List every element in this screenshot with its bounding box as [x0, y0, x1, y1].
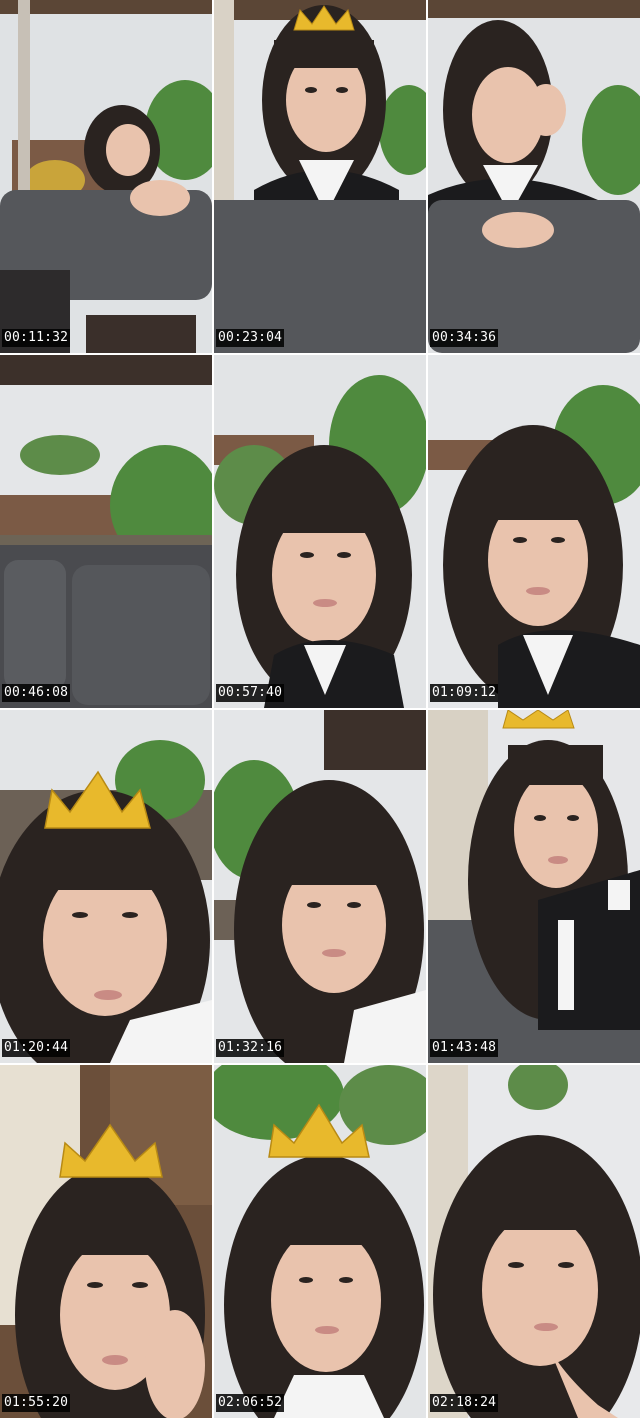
timestamp-label: 00:57:40	[216, 684, 285, 702]
thumbnail-7[interactable]: 01:20:44	[0, 710, 212, 1063]
thumbnail-5-image	[214, 355, 426, 708]
thumbnail-9[interactable]: 01:43:48	[428, 710, 640, 1063]
timestamp-label: 00:46:08	[2, 684, 71, 702]
timestamp-label: 01:43:48	[430, 1039, 499, 1057]
timestamp-label: 02:06:52	[216, 1394, 285, 1412]
timestamp-label: 01:09:12	[430, 684, 499, 702]
thumbnail-11-image	[214, 1065, 426, 1418]
thumbnail-8[interactable]: 01:32:16	[214, 710, 426, 1063]
thumbnail-2-image	[214, 0, 426, 353]
thumbnail-9-image	[428, 710, 640, 1063]
timestamp-label: 00:11:32	[2, 329, 71, 347]
timestamp-label: 01:55:20	[2, 1394, 71, 1412]
timestamp-label: 01:20:44	[2, 1039, 71, 1057]
thumbnail-12-image	[428, 1065, 640, 1418]
thumbnail-1-image	[0, 0, 212, 353]
timestamp-label: 00:34:36	[430, 329, 499, 347]
thumbnail-2[interactable]: 00:23:04	[214, 0, 426, 353]
thumbnail-4[interactable]: 00:46:08	[0, 355, 212, 708]
thumbnail-5[interactable]: 00:57:40	[214, 355, 426, 708]
thumbnail-3-image	[428, 0, 640, 353]
thumbnail-6-image	[428, 355, 640, 708]
thumbnail-10[interactable]: 01:55:20	[0, 1065, 212, 1418]
thumbnail-12[interactable]: 02:18:24	[428, 1065, 640, 1418]
thumbnail-8-image	[214, 710, 426, 1063]
thumbnail-6[interactable]: 01:09:12	[428, 355, 640, 708]
timestamp-label: 00:23:04	[216, 329, 285, 347]
thumbnail-4-image	[0, 355, 212, 708]
thumbnail-7-image	[0, 710, 212, 1063]
thumbnail-10-image	[0, 1065, 212, 1418]
thumbnail-11[interactable]: 02:06:52	[214, 1065, 426, 1418]
timestamp-label: 01:32:16	[216, 1039, 285, 1057]
thumbnail-grid: 00:11:32 00:23:04 00:34:36 00:46:08 00:5…	[0, 0, 640, 1422]
thumbnail-1[interactable]: 00:11:32	[0, 0, 212, 353]
thumbnail-3[interactable]: 00:34:36	[428, 0, 640, 353]
timestamp-label: 02:18:24	[430, 1394, 499, 1412]
